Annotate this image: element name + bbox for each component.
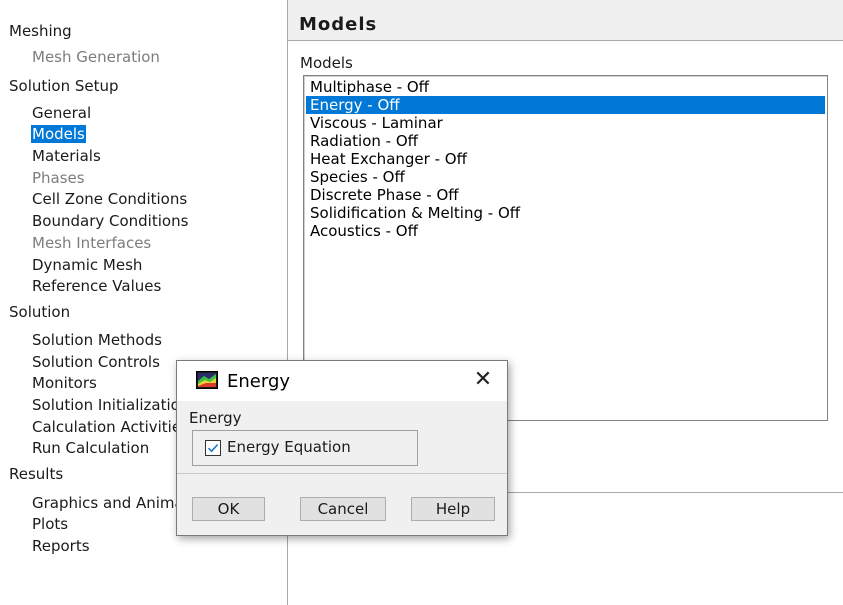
nav-item-solution-methods[interactable]: Solution Methods: [31, 331, 163, 349]
nav-item-solution-controls[interactable]: Solution Controls: [31, 353, 161, 371]
nav-item-mesh-interfaces[interactable]: Mesh Interfaces: [31, 234, 152, 252]
energy-equation-checkbox[interactable]: [205, 440, 221, 456]
model-item-heat-exchanger[interactable]: Heat Exchanger - Off: [306, 150, 825, 168]
energy-equation-label[interactable]: Energy Equation: [227, 438, 351, 456]
dialog-footer: OK Cancel Help: [177, 474, 507, 535]
nav-group-solution[interactable]: Solution: [9, 303, 70, 321]
energy-dialog: Energy ✕ Energy Energy Equation OK Cance…: [176, 360, 508, 536]
nav-item-phases[interactable]: Phases: [31, 169, 86, 187]
nav-item-reports[interactable]: Reports: [31, 537, 91, 555]
checkmark-icon: [207, 444, 219, 453]
energy-group-label: Energy: [189, 409, 242, 427]
panel-title: Models: [299, 14, 378, 35]
nav-item-mesh-generation[interactable]: Mesh Generation: [31, 48, 161, 66]
nav-item-plots[interactable]: Plots: [31, 515, 69, 533]
model-item-species[interactable]: Species - Off: [306, 168, 825, 186]
dialog-title: Energy: [227, 371, 291, 392]
fluent-app-icon: [196, 371, 218, 389]
model-item-acoustics[interactable]: Acoustics - Off: [306, 222, 825, 240]
close-icon[interactable]: ✕: [469, 367, 497, 393]
models-list-label: Models: [300, 54, 353, 72]
model-item-multiphase[interactable]: Multiphase - Off: [306, 78, 825, 96]
nav-item-boundary-conditions[interactable]: Boundary Conditions: [31, 212, 189, 230]
nav-group-results[interactable]: Results: [9, 465, 63, 483]
nav-item-dynamic-mesh[interactable]: Dynamic Mesh: [31, 256, 143, 274]
nav-item-monitors[interactable]: Monitors: [31, 374, 98, 392]
dialog-body: Energy Energy Equation: [177, 401, 507, 473]
nav-group-solution-setup[interactable]: Solution Setup: [9, 77, 119, 95]
dialog-titlebar[interactable]: Energy ✕: [177, 361, 507, 401]
panel-header: Models: [288, 0, 843, 41]
nav-group-meshing[interactable]: Meshing: [9, 22, 72, 40]
model-item-solidification-melting[interactable]: Solidification & Melting - Off: [306, 204, 825, 222]
model-item-viscous[interactable]: Viscous - Laminar: [306, 114, 825, 132]
energy-group-box: Energy Equation: [192, 430, 418, 466]
nav-item-solution-initialization[interactable]: Solution Initialization: [31, 396, 190, 414]
nav-item-general[interactable]: General: [31, 104, 92, 122]
help-button[interactable]: Help: [411, 497, 495, 521]
nav-item-calculation-activities[interactable]: Calculation Activities: [31, 418, 190, 436]
ok-button[interactable]: OK: [192, 497, 265, 521]
nav-item-reference-values[interactable]: Reference Values: [31, 277, 162, 295]
cancel-button[interactable]: Cancel: [300, 497, 386, 521]
model-item-energy[interactable]: Energy - Off: [306, 96, 825, 114]
nav-item-cell-zone-conditions[interactable]: Cell Zone Conditions: [31, 190, 188, 208]
nav-item-models[interactable]: Models: [31, 125, 86, 143]
nav-item-materials[interactable]: Materials: [31, 147, 102, 165]
model-item-discrete-phase[interactable]: Discrete Phase - Off: [306, 186, 825, 204]
nav-item-run-calculation[interactable]: Run Calculation: [31, 439, 150, 457]
model-item-radiation[interactable]: Radiation - Off: [306, 132, 825, 150]
